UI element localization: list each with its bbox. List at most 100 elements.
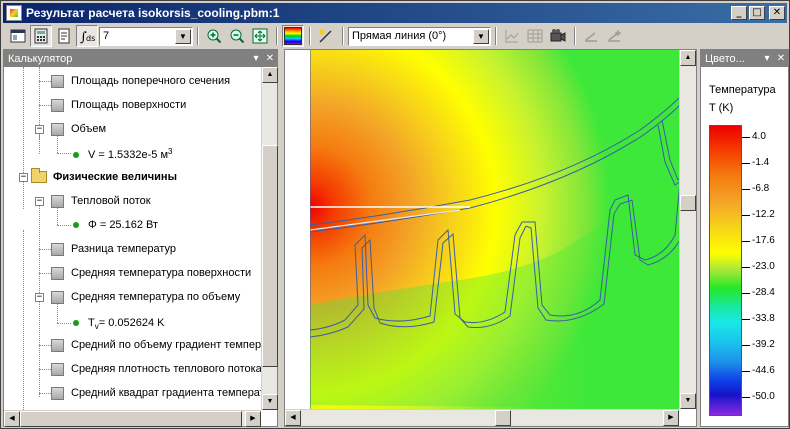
color-scale-tick [742, 137, 750, 138]
graph-icon[interactable] [501, 25, 523, 47]
level-combo[interactable]: 7 ▼ [99, 26, 193, 46]
list-item-label: Средняя температура по объему [71, 291, 241, 303]
view-horizontal-scrollbar[interactable]: ◀ ▶ [285, 409, 679, 426]
list-item[interactable]: Средняя плотность теплового потока [51, 357, 262, 381]
list-item[interactable]: V = 1.5332e-5 м3 [73, 143, 173, 167]
list-item-value-rest: = 0.052624 K [98, 317, 165, 329]
list-item[interactable]: Площадь поперечного сечения [51, 69, 230, 93]
tree-horizontal-scrollbar[interactable]: ◀ ▶ [4, 410, 261, 427]
collapse-volume-toggle[interactable]: − [35, 125, 44, 134]
color-legend-header: Цвето... ▾ ✕ [701, 50, 788, 67]
toolbar-separator [309, 27, 311, 45]
color-scale-tick [742, 189, 750, 190]
quantity-icon [51, 266, 64, 280]
collapse-avg-volume-temp-toggle[interactable]: − [35, 293, 44, 302]
scroll-right-icon[interactable]: ▶ [663, 410, 679, 426]
scroll-down-icon[interactable]: ▼ [262, 394, 278, 410]
calculator-icon[interactable] [30, 25, 52, 47]
color-scale-tick-label: -50.0 [752, 391, 775, 402]
list-item-label: Средняя плотность теплового потока [71, 363, 262, 375]
results-window-icon[interactable] [7, 25, 29, 47]
chevron-down-icon[interactable]: ▼ [473, 28, 489, 44]
scroll-left-icon[interactable]: ◀ [285, 410, 301, 426]
field-view[interactable]: ▲ ▼ ◀ ▶ [284, 49, 697, 427]
title-bar[interactable]: Результат расчета isokorsis_cooling.pbm:… [3, 3, 787, 23]
close-icon[interactable]: ✕ [774, 53, 788, 64]
list-item-label: Средний по объему градиент температуры [71, 339, 262, 351]
line-type-combo-value: Прямая линия (0°) [352, 30, 447, 42]
scroll-thumb[interactable] [262, 145, 278, 367]
calculator-panel-title: Калькулятор [8, 52, 73, 65]
chevron-down-icon[interactable]: ▼ [175, 28, 191, 44]
list-item[interactable]: Объем [51, 117, 106, 141]
svg-text:ds: ds [86, 34, 95, 43]
integral-icon[interactable]: ∫ ds [76, 25, 98, 47]
color-scale-tick [742, 397, 750, 398]
zoom-out-icon[interactable] [226, 25, 248, 47]
step-back-icon[interactable] [580, 25, 602, 47]
list-item-label: Разница температур [71, 243, 177, 255]
step-forward-icon[interactable] [603, 25, 625, 47]
maximize-button[interactable]: □ [749, 6, 765, 20]
temperature-field-svg[interactable] [310, 50, 696, 409]
scroll-thumb[interactable] [20, 411, 242, 427]
temperature-field-plot[interactable] [310, 50, 696, 409]
quantity-icon [51, 242, 64, 256]
list-item[interactable]: Тепловой поток [51, 189, 151, 213]
pin-icon[interactable]: ▾ [249, 53, 263, 64]
list-item[interactable]: Физические величины [31, 165, 177, 189]
color-scale-tick [742, 371, 750, 372]
color-scale-tick-label: -39.2 [752, 339, 775, 350]
scroll-up-icon[interactable]: ▲ [262, 67, 278, 83]
scroll-thumb[interactable] [495, 410, 511, 426]
scroll-right-icon[interactable]: ▶ [245, 411, 261, 427]
collapse-heat-flux-toggle[interactable]: − [35, 197, 44, 206]
zoom-fit-icon[interactable] [249, 25, 271, 47]
table-icon[interactable] [524, 25, 546, 47]
scroll-down-icon[interactable]: ▼ [680, 393, 696, 409]
quantity-icon [51, 338, 64, 352]
line-type-combo[interactable]: Прямая линия (0°) ▼ [348, 26, 491, 46]
scroll-left-icon[interactable]: ◀ [4, 411, 20, 427]
camera-icon[interactable] [547, 25, 569, 47]
list-item[interactable]: Tv = 0.052624 K [73, 311, 165, 335]
list-item[interactable]: Разница температур [51, 237, 176, 261]
quantity-icon [51, 290, 64, 304]
collapse-physics-toggle[interactable]: − [19, 173, 28, 182]
minimize-button[interactable]: _ [731, 6, 747, 20]
export-icon[interactable] [53, 25, 75, 47]
color-scale-tick [742, 241, 750, 242]
color-scale-tick-label: -23.0 [752, 261, 775, 272]
color-scale-tick-label: -44.6 [752, 365, 775, 376]
color-scale-bar [709, 125, 742, 416]
list-item-label: Средняя температура поверхности [71, 267, 252, 279]
scroll-thumb[interactable] [680, 195, 696, 211]
folder-icon [31, 168, 47, 183]
quantity-icon [51, 98, 64, 112]
toolbar-separator [574, 27, 576, 45]
pin-icon[interactable]: ▾ [760, 53, 774, 64]
list-item-label: Объем [71, 123, 107, 135]
list-item[interactable]: Средний квадрат градиента температуры [51, 381, 262, 405]
scroll-up-icon[interactable]: ▲ [680, 50, 696, 66]
list-item-label: Средний квадрат градиента температуры [71, 387, 262, 399]
color-scale-tick-label: -17.6 [752, 235, 775, 246]
list-item-label: Физические величины [53, 171, 177, 183]
list-item[interactable]: Φ = 25.162 Вт [73, 213, 158, 237]
view-vertical-scrollbar[interactable]: ▲ ▼ [679, 50, 696, 409]
color-map-icon[interactable] [282, 25, 304, 47]
list-item[interactable]: Средняя температура поверхности [51, 261, 251, 285]
color-legend-title: Цвето... [705, 52, 745, 65]
quantity-icon [51, 194, 64, 208]
list-item-value-sup: 3 [168, 146, 173, 156]
close-button[interactable]: ✕ [769, 6, 785, 20]
tree-vertical-scrollbar[interactable]: ▲ ▼ [261, 67, 278, 410]
list-item[interactable]: Площадь поверхности [51, 93, 186, 117]
color-scale-tick [742, 319, 750, 320]
close-icon[interactable]: ✕ [263, 53, 277, 64]
list-item[interactable]: Средняя температура по объему [51, 285, 240, 309]
calculator-panel: Калькулятор ▾ ✕ − − − − Площадь поперечн… [3, 49, 278, 427]
zoom-in-icon[interactable] [203, 25, 225, 47]
list-item[interactable]: Средний по объему градиент температуры [51, 333, 262, 357]
add-line-icon[interactable] [315, 25, 337, 47]
